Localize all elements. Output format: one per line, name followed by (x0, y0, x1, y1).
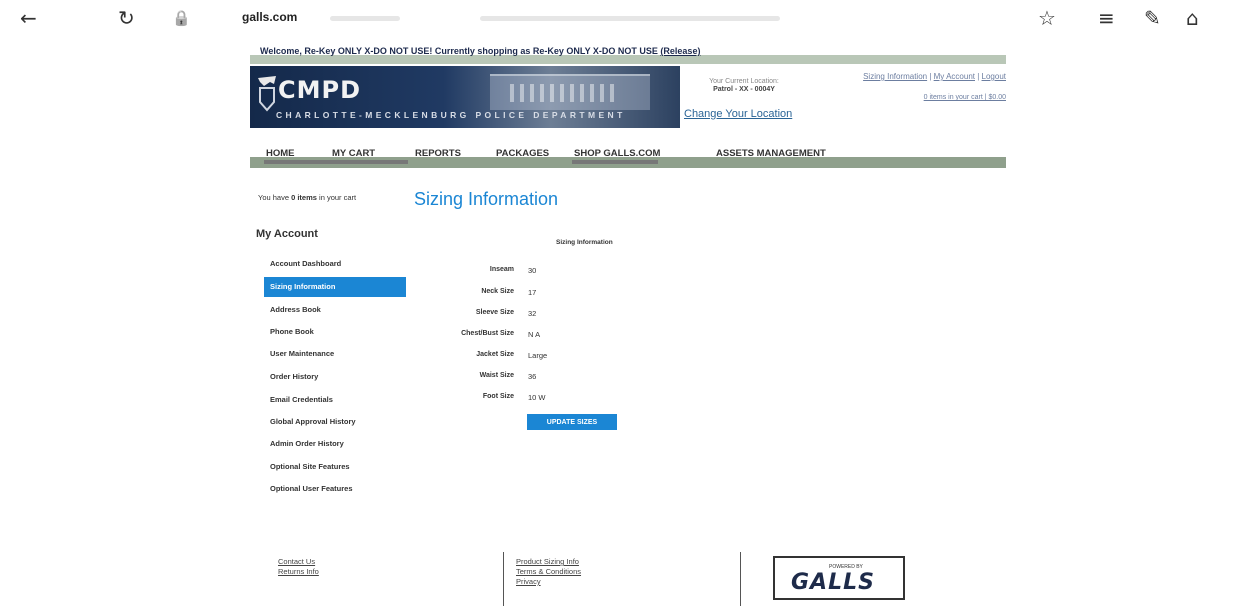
size-label-sleeve: Sleeve Size (475, 309, 514, 316)
sizing-information-link[interactable]: Sizing Information (863, 72, 927, 81)
address-bar-blur (480, 16, 780, 21)
page-title: Sizing Information (414, 189, 559, 209)
favorite-star-icon[interactable]: ☆ (1038, 6, 1056, 30)
welcome-message: Welcome, Re-Key ONLY X-DO NOT USE! Curre… (260, 46, 700, 56)
web-notes-icon[interactable]: ✎ (1144, 6, 1161, 30)
nav-shop-galls[interactable]: SHOP GALLS.COM (574, 148, 660, 159)
account-links: Sizing Information | My Account | Logout (863, 72, 1006, 81)
main-nav: HOME MY CART REPORTS PACKAGES SHOP GALLS… (250, 146, 1006, 168)
footer-divider (740, 552, 741, 606)
location-label: Your Current Location: (709, 78, 779, 85)
nav-submenu-blur (572, 160, 658, 164)
size-value-neck: 17 (528, 288, 537, 297)
size-label-jacket: Jacket Size (476, 351, 514, 358)
cmpd-logo-banner[interactable]: CMPD CHARLOTTE-MECKLENBURG POLICE DEPART… (250, 66, 680, 128)
size-label-inseam: Inseam (489, 266, 514, 273)
size-value-chest-bust: N A (528, 330, 541, 339)
browser-toolbar: ← ↻ 🔒 galls.com ☆ ≡ ✎ ⌂ (0, 0, 1235, 36)
site-header: CMPD CHARLOTTE-MECKLENBURG POLICE DEPART… (250, 66, 1006, 128)
cart-summary-link[interactable]: 0 items in your cart | $0.00 (924, 94, 1006, 101)
sidebar-item-user-maintenance[interactable]: User Maintenance (264, 344, 406, 364)
galls-wordmark: GALLS (791, 570, 875, 595)
section-title: Sizing Information (556, 239, 613, 246)
sidebar-item-global-approval-history[interactable]: Global Approval History (264, 412, 406, 432)
sidebar-item-optional-user-features[interactable]: Optional User Features (264, 479, 406, 499)
sidebar-item-sizing-information[interactable]: Sizing Information (264, 277, 406, 297)
location-value: Patrol - XX - 0004Y (713, 86, 775, 93)
sidebar-item-phone-book[interactable]: Phone Book (264, 322, 406, 342)
release-link[interactable]: (Release) (660, 46, 700, 56)
nav-assets-management[interactable]: ASSETS MANAGEMENT (716, 148, 826, 159)
logout-link[interactable]: Logout (982, 72, 1006, 81)
powered-by-galls-logo[interactable]: POWERED BY GALLS (773, 556, 905, 600)
nav-submenu-blur (264, 160, 408, 164)
police-badge-icon (258, 76, 276, 112)
address-bar-blur (330, 16, 400, 21)
headquarters-building-image (490, 74, 650, 110)
sidebar-item-account-dashboard[interactable]: Account Dashboard (264, 254, 406, 274)
footer-privacy-link[interactable]: Privacy (516, 577, 541, 586)
size-value-foot: 10 W (528, 393, 546, 402)
address-bar-url[interactable]: galls.com (242, 10, 297, 24)
size-value-waist: 36 (528, 372, 537, 381)
size-label-foot: Foot Size (482, 393, 514, 400)
cart-count-prefix: You have (258, 193, 292, 202)
size-label-chest-bust: Chest/Bust Size (461, 330, 514, 337)
footer-terms-link[interactable]: Terms & Conditions (516, 567, 581, 576)
welcome-bar: Welcome, Re-Key ONLY X-DO NOT USE! Curre… (250, 44, 1006, 64)
size-label-waist: Waist Size (479, 372, 514, 379)
cart-count-items: 0 items (291, 193, 317, 202)
reload-icon[interactable]: ↻ (118, 6, 135, 30)
sidebar-title: My Account (256, 228, 318, 240)
reading-view-icon[interactable]: ≡ (1098, 6, 1115, 30)
sidebar-item-email-credentials[interactable]: Email Credentials (264, 390, 406, 410)
footer-contact-us-link[interactable]: Contact Us (278, 557, 315, 566)
lock-icon: 🔒 (172, 9, 191, 27)
footer-returns-info-link[interactable]: Returns Info (278, 567, 319, 576)
nav-home[interactable]: HOME (266, 148, 295, 159)
logo-subtitle: CHARLOTTE-MECKLENBURG POLICE DEPARTMENT (276, 110, 626, 120)
current-location: Your Current Location: Patrol - XX - 000… (684, 78, 804, 93)
back-arrow-icon[interactable]: ← (20, 6, 37, 30)
size-value-inseam: 30 (528, 266, 537, 275)
share-icon[interactable]: ⌂ (1186, 6, 1199, 30)
sidebar-item-optional-site-features[interactable]: Optional Site Features (264, 457, 406, 477)
cart-count-suffix: in your cart (316, 193, 357, 202)
sidebar-cart-count: You have 0 items in your cart (258, 193, 356, 202)
nav-packages[interactable]: PACKAGES (496, 148, 549, 159)
nav-my-cart[interactable]: MY CART (332, 148, 375, 159)
my-account-link[interactable]: My Account (934, 72, 975, 81)
sidebar-item-admin-order-history[interactable]: Admin Order History (264, 434, 406, 454)
sidebar-item-order-history[interactable]: Order History (264, 367, 406, 387)
footer-divider (503, 552, 504, 606)
logo-title: CMPD (278, 76, 362, 104)
footer-product-sizing-link[interactable]: Product Sizing Info (516, 557, 579, 566)
update-sizes-button[interactable]: UPDATE SIZES (527, 414, 617, 430)
sidebar-item-address-book[interactable]: Address Book (264, 300, 406, 320)
size-value-sleeve: 32 (528, 309, 537, 318)
nav-reports[interactable]: REPORTS (415, 148, 461, 159)
welcome-text: Welcome, Re-Key ONLY X-DO NOT USE! Curre… (260, 46, 661, 56)
change-location-link[interactable]: Change Your Location (684, 108, 792, 120)
size-value-jacket: Large (528, 351, 548, 360)
size-label-neck: Neck Size (481, 288, 514, 295)
